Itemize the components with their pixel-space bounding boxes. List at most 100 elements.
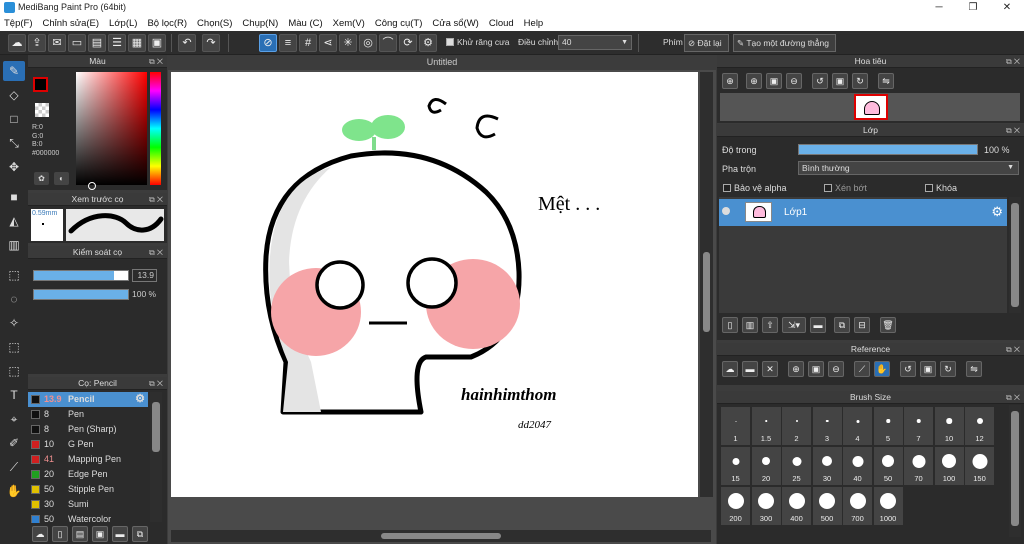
brush-size-cell[interactable]: 20	[751, 447, 781, 485]
palette-icon[interactable]: ✿	[34, 172, 49, 185]
fit-screen-icon[interactable]: ▣	[766, 73, 782, 89]
brush-size-slider[interactable]	[33, 270, 129, 281]
gradient-tool-icon[interactable]: ▥	[3, 235, 25, 255]
grid-icon[interactable]: ▦	[128, 34, 146, 52]
menu-filter[interactable]: Bộ lọc(R)	[147, 18, 187, 29]
brush-cloud-icon[interactable]: ☁	[32, 526, 48, 542]
panel-popout-icon[interactable]: ⧉ ✕	[149, 377, 163, 390]
undo-icon[interactable]: ↶	[178, 34, 196, 52]
lock-check-icon[interactable]	[925, 184, 933, 192]
folder-icon[interactable]: ▬	[810, 317, 826, 333]
reference-reset-icon[interactable]: ▣	[920, 361, 936, 377]
brush-size-cell[interactable]: 50	[873, 447, 903, 485]
brush-list-item[interactable]: 10 G Pen	[28, 437, 148, 452]
eraser-tool-icon[interactable]: ◇	[3, 85, 25, 105]
canvas-horizontal-scrollbar[interactable]	[171, 530, 711, 542]
menu-tools[interactable]: Công cụ(T)	[375, 18, 423, 29]
brush-size-cell[interactable]: 1000	[873, 487, 903, 525]
lock-checkbox[interactable]: Khóa	[925, 183, 957, 193]
layer-settings-icon[interactable]: ⚙	[991, 204, 1003, 220]
chat-icon[interactable]: ✉	[48, 34, 66, 52]
brush-size-cell[interactable]: 100	[934, 447, 964, 485]
brush-size-cell[interactable]: 15	[721, 447, 750, 485]
antialias-check-icon[interactable]	[446, 38, 454, 46]
canvas-tab[interactable]: Untitled	[168, 55, 716, 70]
brush-add-icon[interactable]: ▤	[72, 526, 88, 542]
cross-snap-icon[interactable]: #	[299, 34, 317, 52]
panel-popout-icon[interactable]: ⧉ ✕	[149, 193, 163, 206]
brush-size-cell[interactable]: 3	[812, 407, 842, 445]
window-icon[interactable]: ▣	[148, 34, 166, 52]
menu-window[interactable]: Cửa sổ(W)	[432, 18, 478, 29]
rotate-right-icon[interactable]: ↻	[852, 73, 868, 89]
import-layer-icon[interactable]: ⇧	[762, 317, 778, 333]
blend-mode-dropdown[interactable]: Bình thường ▼	[798, 161, 1019, 175]
panel-popout-icon[interactable]: ⧉ ✕	[149, 246, 163, 259]
layer-scrollbar[interactable]	[1009, 197, 1021, 313]
operation-tool-icon[interactable]: ✐	[3, 433, 25, 453]
reference-rotate-right-icon[interactable]: ↻	[940, 361, 956, 377]
brush-size-cell[interactable]: 200	[721, 487, 750, 525]
brush-list-item[interactable]: 41 Mapping Pen	[28, 452, 148, 467]
saturation-value-picker[interactable]	[76, 72, 147, 190]
maximize-button[interactable]: ❐	[956, 0, 990, 15]
menu-view[interactable]: Xem(V)	[333, 18, 365, 29]
dot-tool-icon[interactable]: ⤡	[3, 133, 25, 153]
comment-icon[interactable]: ▭	[68, 34, 86, 52]
menu-cloud[interactable]: Cloud	[489, 18, 514, 29]
share-icon[interactable]: ⇪	[28, 34, 46, 52]
curve-snap-icon[interactable]: ⌒	[379, 34, 397, 52]
brush-copy-icon[interactable]: ⧉	[132, 526, 148, 542]
reset-button[interactable]: ⊘ Đặt lại	[684, 34, 729, 52]
hand-tool-icon[interactable]: ✋	[3, 481, 25, 501]
menu-help[interactable]: Help	[524, 18, 544, 29]
flip-icon[interactable]: ⇋	[878, 73, 894, 89]
redo-icon[interactable]: ↷	[202, 34, 220, 52]
settings-gear-icon[interactable]: ⚙	[419, 34, 437, 52]
brush-size-cell[interactable]: 150	[965, 447, 994, 485]
menu-snap[interactable]: Chụp(N)	[242, 18, 278, 29]
brush-size-cell[interactable]: 2	[782, 407, 811, 445]
brush-size-cell[interactable]: 70	[904, 447, 933, 485]
select-tool-icon[interactable]: ⬚	[3, 265, 25, 285]
panel-popout-icon[interactable]: ⧉ ✕	[1006, 55, 1020, 68]
clipping-check-icon[interactable]	[824, 184, 832, 192]
layer-row[interactable]: Lớp1 ⚙	[719, 199, 1007, 226]
navigator-preview[interactable]	[720, 93, 1020, 121]
merge-layer-icon[interactable]: ⊟	[854, 317, 870, 333]
navigator-viewport[interactable]	[854, 94, 888, 120]
color-picker-icon[interactable]: ◐	[54, 172, 69, 185]
magic-wand-icon[interactable]: ✧	[3, 313, 25, 333]
protect-alpha-checkbox[interactable]: Bảo vệ alpha	[723, 183, 787, 193]
brush-list-item[interactable]: 8 Pen	[28, 407, 148, 422]
eye-icon[interactable]	[722, 207, 730, 215]
brush-folder-icon[interactable]: ▬	[112, 526, 128, 542]
reference-close-icon[interactable]: ✕	[762, 361, 778, 377]
brush-size-cell[interactable]: 12	[965, 407, 994, 445]
document-icon[interactable]: ▤	[88, 34, 106, 52]
brush-new-icon[interactable]: ▯	[52, 526, 68, 542]
panel-popout-icon[interactable]: ⧉ ✕	[1006, 391, 1020, 404]
brush-size-cell[interactable]: 500	[812, 487, 842, 525]
minimize-button[interactable]: ─	[922, 0, 956, 15]
reference-eyedropper-icon[interactable]: ⟋	[854, 361, 870, 377]
add-layer-menu-icon[interactable]: ⇲▾	[782, 317, 806, 333]
brush-size-cell[interactable]: 30	[812, 447, 842, 485]
reference-zoom-in-icon[interactable]: ⊕	[788, 361, 804, 377]
reference-open-icon[interactable]: ▬	[742, 361, 758, 377]
rectangle-tool-icon[interactable]: □	[3, 109, 25, 129]
menu-select[interactable]: Chọn(S)	[197, 18, 232, 29]
brush-list-item[interactable]: 30 Sumi	[28, 497, 148, 512]
brush-size-cell[interactable]: 10	[934, 407, 964, 445]
list-icon[interactable]: ☰	[108, 34, 126, 52]
reference-rotate-left-icon[interactable]: ↺	[900, 361, 916, 377]
brush-list-item[interactable]: 20 Edge Pen	[28, 467, 148, 482]
reference-zoom-out-icon[interactable]: ⊖	[828, 361, 844, 377]
layer-opacity-slider[interactable]	[798, 144, 978, 155]
brush-size-cell[interactable]: 5	[873, 407, 903, 445]
panel-popout-icon[interactable]: ⧉ ✕	[1006, 124, 1020, 137]
brush-settings-icon[interactable]: ▣	[92, 526, 108, 542]
clipping-checkbox[interactable]: Xén bớt	[824, 183, 867, 193]
radial-snap-icon[interactable]: ✳	[339, 34, 357, 52]
brush-size-cell[interactable]: 7	[904, 407, 933, 445]
